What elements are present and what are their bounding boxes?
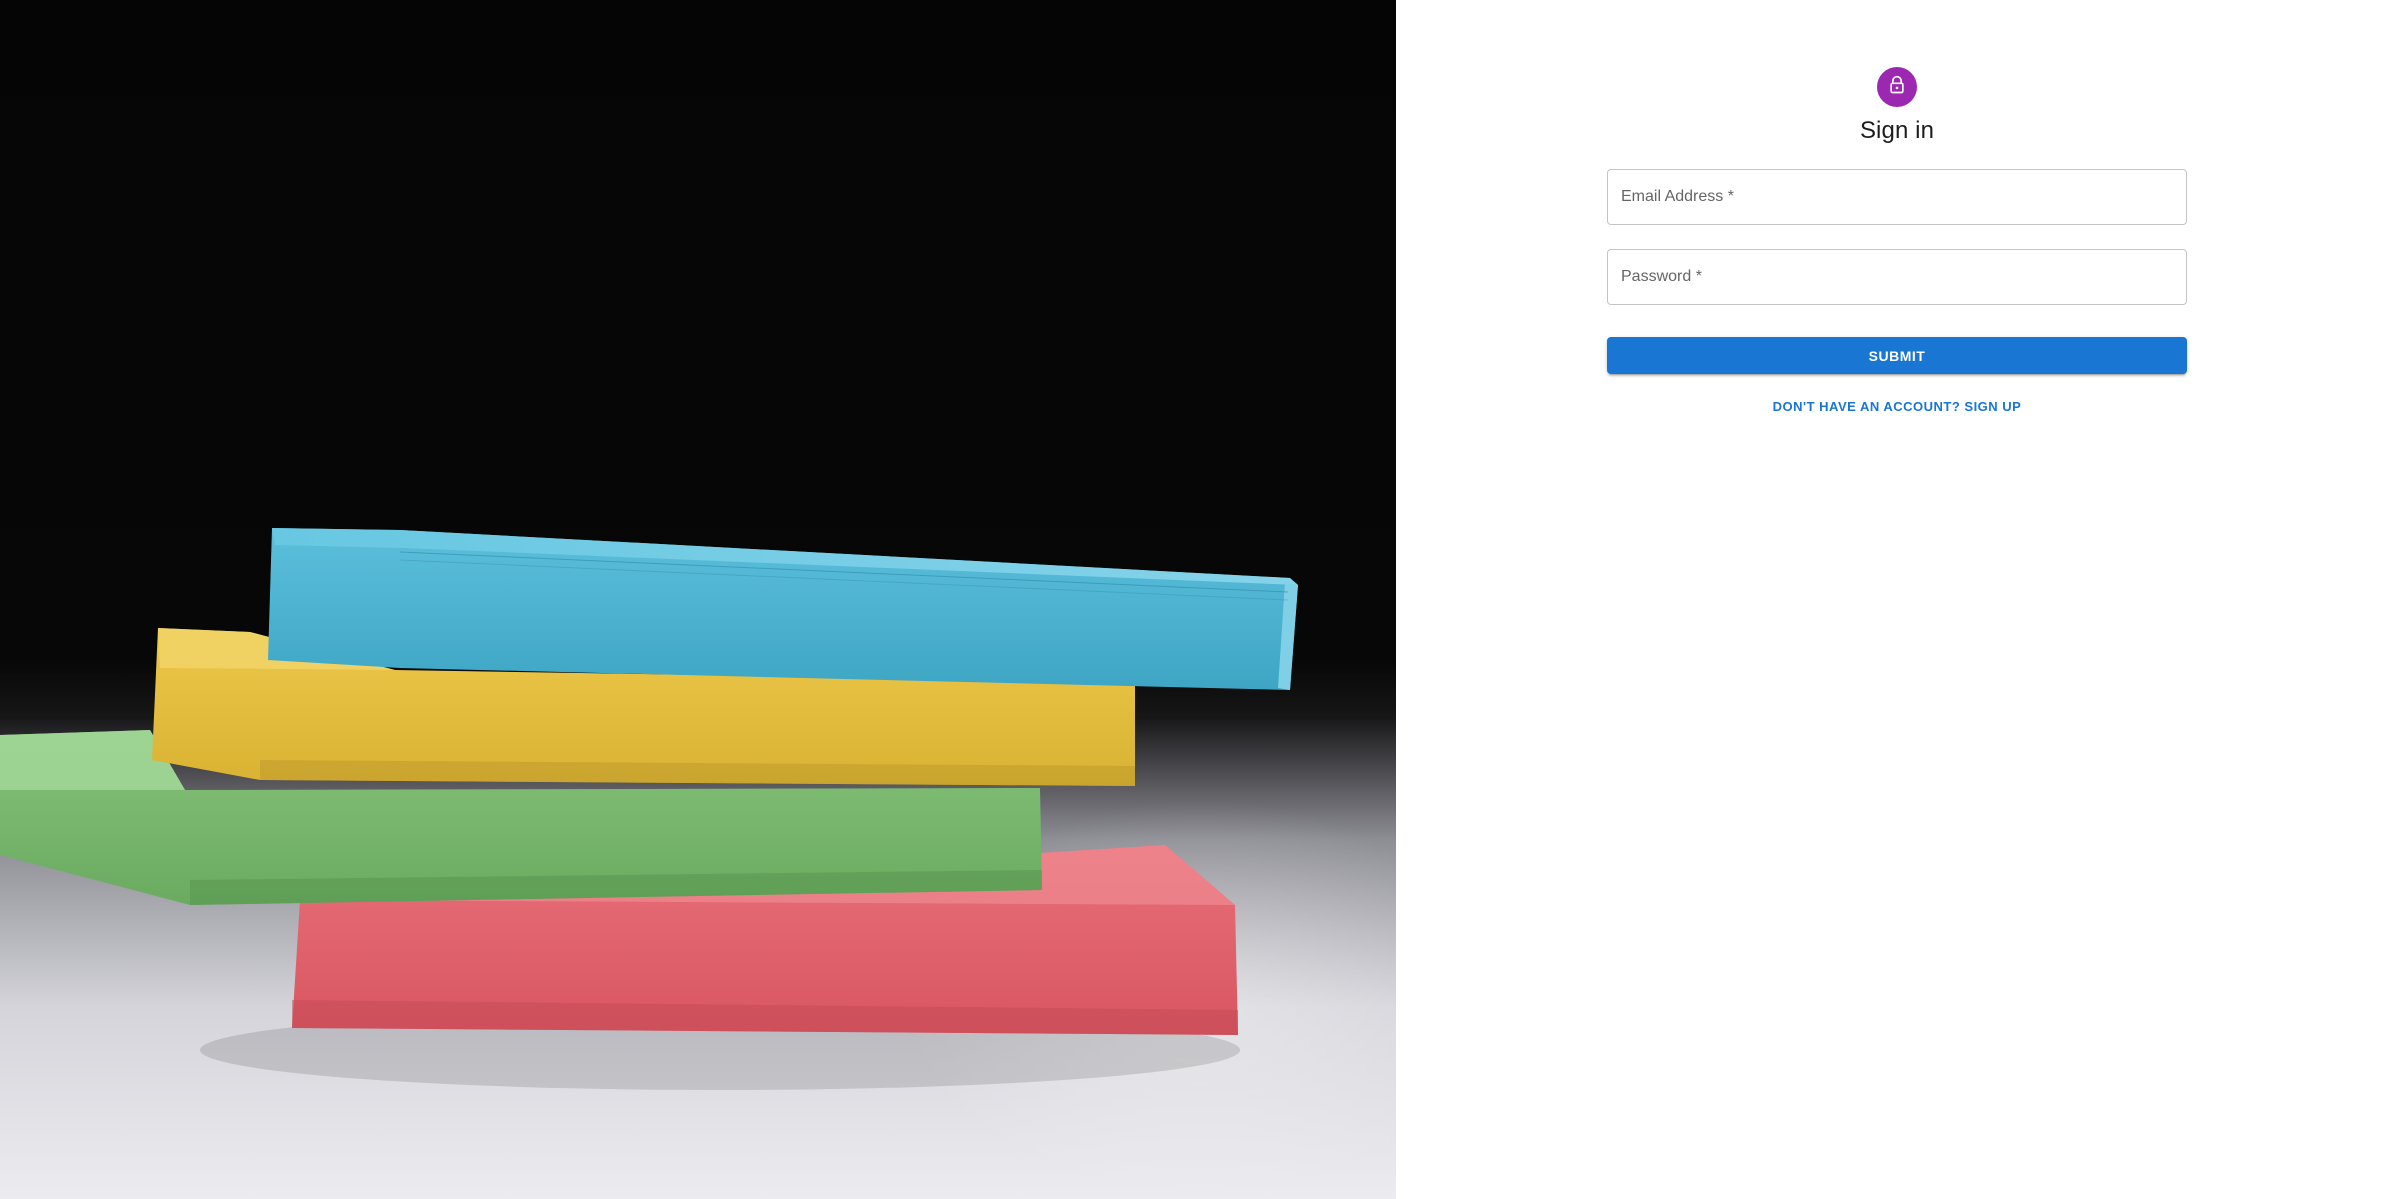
page-title: Sign in bbox=[1859, 117, 1935, 144]
signup-link[interactable]: DON'T HAVE AN ACCOUNT? SIGN UP bbox=[1607, 399, 2187, 414]
password-field[interactable]: Password * bbox=[1607, 249, 2187, 305]
sticky-notes-illustration bbox=[0, 528, 1396, 1199]
signin-page: Sign in Email Address * Password * SUBMI… bbox=[0, 0, 2394, 1199]
signin-panel: Sign in Email Address * Password * SUBMI… bbox=[1396, 0, 2394, 1199]
email-input[interactable] bbox=[1608, 170, 2186, 224]
hero-image bbox=[0, 0, 1396, 1199]
avatar bbox=[1877, 67, 1917, 107]
email-field[interactable]: Email Address * bbox=[1607, 169, 2187, 225]
submit-button[interactable]: SUBMIT bbox=[1607, 337, 2187, 374]
signin-form: Sign in Email Address * Password * SUBMI… bbox=[1607, 67, 2187, 414]
password-input[interactable] bbox=[1608, 250, 2186, 304]
lock-icon bbox=[1887, 75, 1907, 100]
